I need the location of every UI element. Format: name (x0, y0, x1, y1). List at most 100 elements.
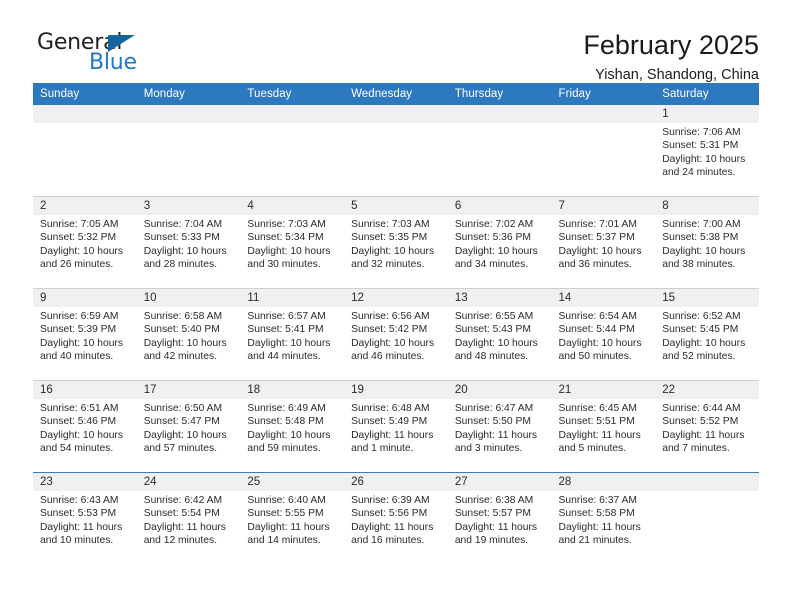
day-number: 10 (136, 289, 241, 307)
calendar-day-cell[interactable]: 24 Sunrise: 6:42 AM Sunset: 5:54 PM Dayligh… (136, 472, 241, 564)
day-number (136, 105, 241, 123)
calendar-day-cell[interactable]: 10 Sunrise: 6:58 AM Sunset: 5:40 PM Dayligh… (136, 288, 241, 381)
calendar-day-cell[interactable]: 18 Sunrise: 6:49 AM Sunset: 5:48 PM Dayligh… (240, 380, 345, 473)
calendar-day-cell[interactable]: 3 Sunrise: 7:04 AM Sunset: 5:33 PM Daylight… (136, 196, 241, 289)
day-details: Sunrise: 7:03 AM Sunset: 5:34 PM Daylight:… (240, 215, 344, 272)
daylight-text: Daylight: 11 hours and 7 minutes. (662, 429, 745, 455)
day-cell-inner: 2 Sunrise: 7:05 AM Sunset: 5:32 PM Daylight… (33, 197, 137, 288)
day-number: 23 (33, 473, 137, 491)
calendar-day-cell[interactable]: 20 Sunrise: 6:47 AM Sunset: 5:50 PM Dayligh… (447, 380, 552, 473)
calendar-day-cell[interactable]: 21 Sunrise: 6:45 AM Sunset: 5:51 PM Dayligh… (551, 380, 656, 473)
calendar-day-cell[interactable]: 15 Sunrise: 6:52 AM Sunset: 5:45 PM Dayligh… (655, 288, 759, 381)
day-cell-inner: 4 Sunrise: 7:03 AM Sunset: 5:34 PM Daylight… (240, 197, 345, 288)
sunrise-text: Sunrise: 6:37 AM (558, 495, 637, 506)
sunrise-text: Sunrise: 6:59 AM (40, 311, 119, 322)
weekday-header-monday: Monday (136, 83, 241, 105)
daylight-text: Daylight: 10 hours and 26 minutes. (40, 245, 123, 271)
calendar-day-cell[interactable]: 22 Sunrise: 6:44 AM Sunset: 5:52 PM Dayligh… (655, 380, 759, 473)
day-cell-inner: 8 Sunrise: 7:00 AM Sunset: 5:38 PM Daylight… (655, 197, 759, 288)
sunrise-text: Sunrise: 6:45 AM (558, 403, 637, 414)
weekday-header-tuesday: Tuesday (240, 83, 345, 105)
weekday-header-friday: Friday (551, 83, 656, 105)
calendar-day-cell[interactable]: 19 Sunrise: 6:48 AM Sunset: 5:49 PM Dayligh… (344, 380, 448, 473)
sunrise-text: Sunrise: 7:03 AM (351, 219, 430, 230)
sunrise-text: Sunrise: 6:38 AM (454, 495, 534, 506)
calendar-day-cell[interactable]: 6 Sunrise: 7:02 AM Sunset: 5:36 PM Daylight… (447, 196, 552, 289)
daylight-text: Daylight: 11 hours and 14 minutes. (247, 521, 330, 547)
day-cell-inner (447, 105, 552, 196)
calendar-day-cell[interactable]: 8 Sunrise: 7:00 AM Sunset: 5:38 PM Daylight… (655, 196, 759, 289)
sunrise-text: Sunrise: 6:58 AM (143, 311, 223, 322)
calendar-day-cell[interactable]: 12 Sunrise: 6:56 AM Sunset: 5:42 PM Dayligh… (344, 288, 448, 381)
daylight-text: Daylight: 10 hours and 48 minutes. (454, 337, 538, 363)
day-details: Sunrise: 6:37 AM Sunset: 5:58 PM Daylight:… (552, 491, 656, 548)
calendar-day-cell[interactable]: 5 Sunrise: 7:03 AM Sunset: 5:35 PM Daylight… (344, 196, 448, 289)
weekday-header-saturday: Saturday (655, 83, 759, 105)
calendar-page: General Blue February 2025 Yishan, Shand… (0, 0, 792, 612)
day-details: Sunrise: 6:45 AM Sunset: 5:51 PM Daylight:… (552, 399, 656, 456)
calendar-day-cell[interactable]: 1 Sunrise: 7:06 AM Sunset: 5:31 PM Daylight… (655, 105, 759, 197)
day-number: 28 (551, 473, 656, 491)
calendar-body: 1 Sunrise: 7:06 AM Sunset: 5:31 PM Daylight… (33, 105, 759, 564)
calendar-day-cell[interactable]: 16 Sunrise: 6:51 AM Sunset: 5:46 PM Dayligh… (33, 380, 137, 473)
daylight-text: Daylight: 10 hours and 30 minutes. (247, 245, 331, 271)
day-number: 18 (240, 381, 345, 399)
calendar-day-cell[interactable]: 23 Sunrise: 6:43 AM Sunset: 5:53 PM Dayligh… (33, 472, 137, 564)
sunset-text: Sunset: 5:33 PM (143, 232, 220, 244)
calendar-day-cell[interactable]: 13 Sunrise: 6:55 AM Sunset: 5:43 PM Dayligh… (447, 288, 552, 381)
daylight-text: Daylight: 11 hours and 21 minutes. (558, 521, 641, 547)
weekday-header-sunday: Sunday (33, 83, 137, 105)
sunrise-sunset-calendar: Sunday Monday Tuesday Wednesday Thursday… (33, 83, 759, 564)
general-blue-logo[interactable]: General Blue (33, 30, 193, 84)
day-cell-inner: 5 Sunrise: 7:03 AM Sunset: 5:35 PM Daylight… (344, 197, 448, 288)
day-details: Sunrise: 6:54 AM Sunset: 5:44 PM Daylight:… (552, 307, 656, 364)
day-number: 3 (136, 197, 241, 215)
sunset-text: Sunset: 5:44 PM (558, 324, 635, 336)
day-cell-inner: 28 Sunrise: 6:37 AM Sunset: 5:58 PM Dayligh… (551, 473, 656, 564)
day-cell-inner: 12 Sunrise: 6:56 AM Sunset: 5:42 PM Dayligh… (344, 289, 448, 380)
calendar-day-cell[interactable]: 2 Sunrise: 7:05 AM Sunset: 5:32 PM Daylight… (33, 196, 137, 289)
day-number: 16 (33, 381, 137, 399)
calendar-header-row: Sunday Monday Tuesday Wednesday Thursday… (33, 83, 759, 105)
page-header: General Blue February 2025 Yishan, Shand… (33, 0, 759, 83)
sunrise-text: Sunrise: 6:40 AM (247, 495, 326, 506)
calendar-day-cell[interactable]: 26 Sunrise: 6:39 AM Sunset: 5:56 PM Dayligh… (344, 472, 448, 564)
sunset-text: Sunset: 5:39 PM (40, 324, 117, 336)
day-number: 21 (551, 381, 656, 399)
day-details: Sunrise: 6:43 AM Sunset: 5:53 PM Daylight:… (33, 491, 137, 548)
day-cell-inner: 25 Sunrise: 6:40 AM Sunset: 5:55 PM Dayligh… (240, 473, 345, 564)
sunset-text: Sunset: 5:46 PM (40, 416, 117, 428)
sunset-text: Sunset: 5:47 PM (143, 416, 220, 428)
calendar-day-cell[interactable]: 25 Sunrise: 6:40 AM Sunset: 5:55 PM Dayligh… (240, 472, 345, 564)
day-cell-inner: 16 Sunrise: 6:51 AM Sunset: 5:46 PM Dayligh… (33, 381, 137, 472)
calendar-day-cell[interactable]: 28 Sunrise: 6:37 AM Sunset: 5:58 PM Dayligh… (551, 472, 656, 564)
daylight-text: Daylight: 10 hours and 50 minutes. (558, 337, 642, 363)
calendar-day-cell[interactable]: 9 Sunrise: 6:59 AM Sunset: 5:39 PM Daylight… (33, 288, 137, 381)
sunset-text: Sunset: 5:34 PM (247, 232, 324, 244)
day-number: 26 (344, 473, 448, 491)
daylight-text: Daylight: 10 hours and 32 minutes. (351, 245, 435, 271)
day-number: 12 (344, 289, 448, 307)
sunrise-text: Sunrise: 7:02 AM (454, 219, 534, 230)
daylight-text: Daylight: 11 hours and 1 minute. (351, 429, 434, 455)
sunrise-text: Sunrise: 6:51 AM (40, 403, 119, 414)
calendar-week-row: 2 Sunrise: 7:05 AM Sunset: 5:32 PM Daylight… (33, 196, 759, 289)
sunset-text: Sunset: 5:38 PM (662, 232, 739, 244)
sunrise-text: Sunrise: 7:05 AM (40, 219, 119, 230)
sunset-text: Sunset: 5:50 PM (454, 416, 531, 428)
calendar-day-cell[interactable]: 11 Sunrise: 6:57 AM Sunset: 5:41 PM Dayligh… (240, 288, 345, 381)
day-details: Sunrise: 7:03 AM Sunset: 5:35 PM Daylight:… (344, 215, 448, 272)
calendar-day-cell[interactable]: 17 Sunrise: 6:50 AM Sunset: 5:47 PM Dayligh… (136, 380, 241, 473)
day-cell-inner: 11 Sunrise: 6:57 AM Sunset: 5:41 PM Dayligh… (240, 289, 345, 380)
day-number: 15 (655, 289, 759, 307)
calendar-day-cell-empty (344, 105, 448, 197)
calendar-day-cell[interactable]: 27 Sunrise: 6:38 AM Sunset: 5:57 PM Dayligh… (447, 472, 552, 564)
day-cell-inner: 14 Sunrise: 6:54 AM Sunset: 5:44 PM Dayligh… (551, 289, 656, 380)
day-number: 11 (240, 289, 345, 307)
sunset-text: Sunset: 5:36 PM (454, 232, 531, 244)
calendar-day-cell[interactable]: 14 Sunrise: 6:54 AM Sunset: 5:44 PM Dayligh… (551, 288, 656, 381)
calendar-day-cell[interactable]: 7 Sunrise: 7:01 AM Sunset: 5:37 PM Daylight… (551, 196, 656, 289)
day-details: Sunrise: 7:06 AM Sunset: 5:31 PM Daylight:… (655, 123, 759, 180)
sunrise-text: Sunrise: 6:55 AM (454, 311, 534, 322)
calendar-day-cell[interactable]: 4 Sunrise: 7:03 AM Sunset: 5:34 PM Daylight… (240, 196, 345, 289)
